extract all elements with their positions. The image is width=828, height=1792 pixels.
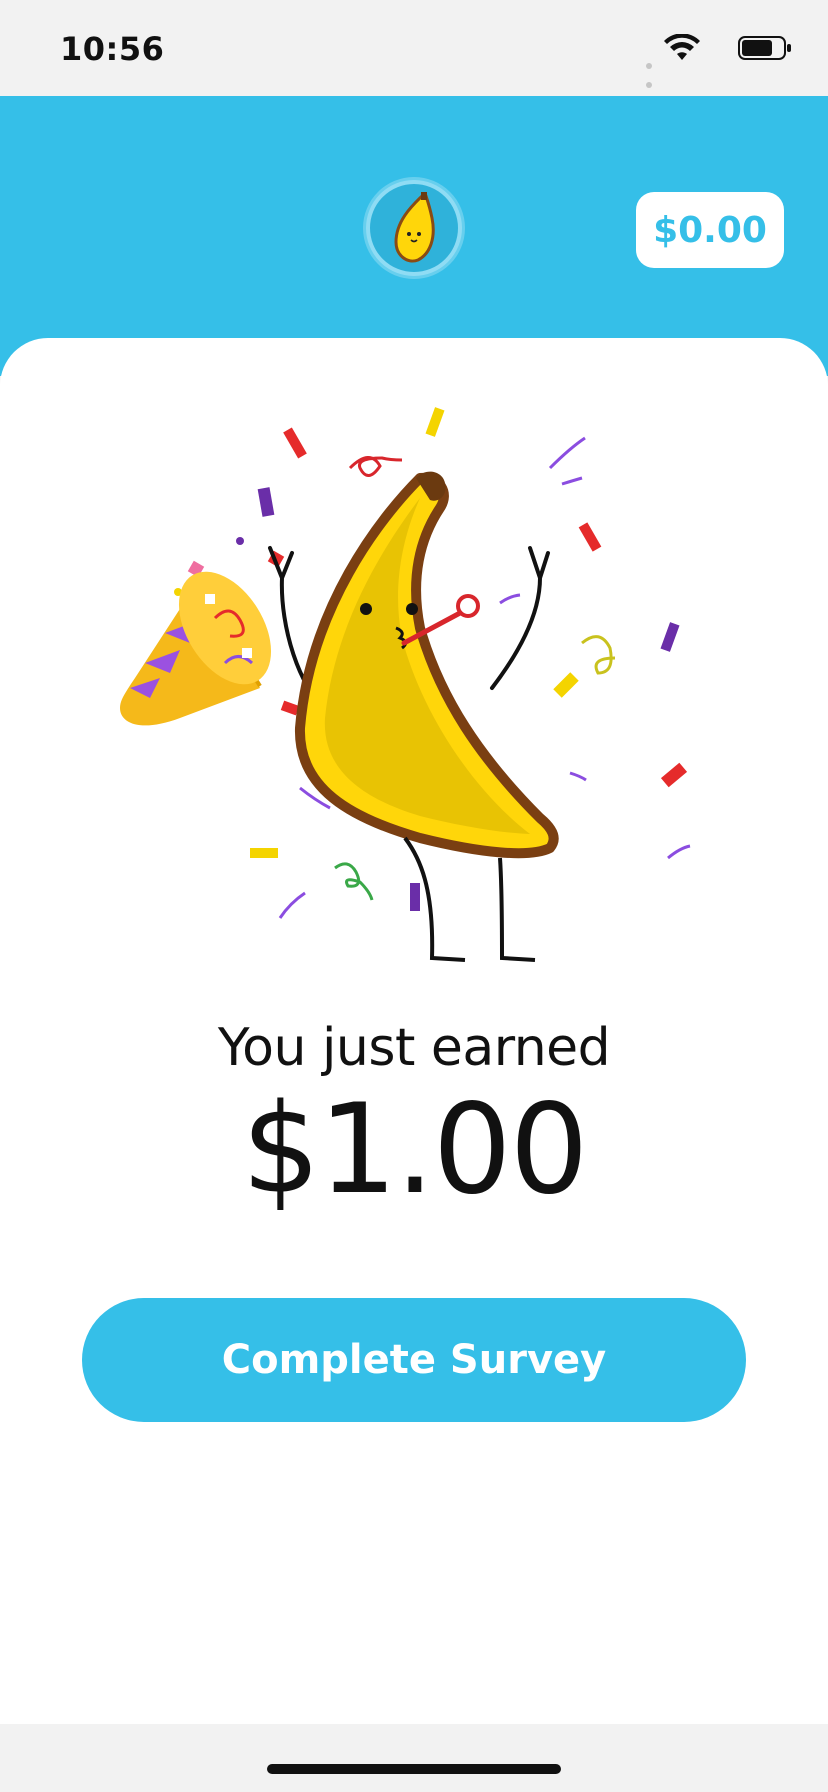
battery-icon [738, 36, 791, 60]
earned-label: You just earned [217, 1018, 611, 1078]
wifi-icon [664, 34, 700, 60]
balance-badge[interactable]: $0.00 [636, 192, 784, 268]
status-time: 10:56 [60, 30, 165, 68]
avatar[interactable] [366, 180, 462, 276]
banana-avatar-icon [394, 192, 435, 263]
status-bar: 10:56 [0, 0, 828, 126]
celebrating-banana-icon [120, 407, 691, 962]
home-indicator[interactable] [267, 1764, 561, 1774]
party-popper [120, 571, 272, 726]
complete-survey-button[interactable]: Complete Survey [82, 1298, 746, 1422]
earned-amount: $1.00 [241, 1078, 589, 1222]
app-header: $0.00 [0, 96, 828, 376]
reward-card: You just earned $1.00 Complete Survey [0, 338, 828, 1724]
